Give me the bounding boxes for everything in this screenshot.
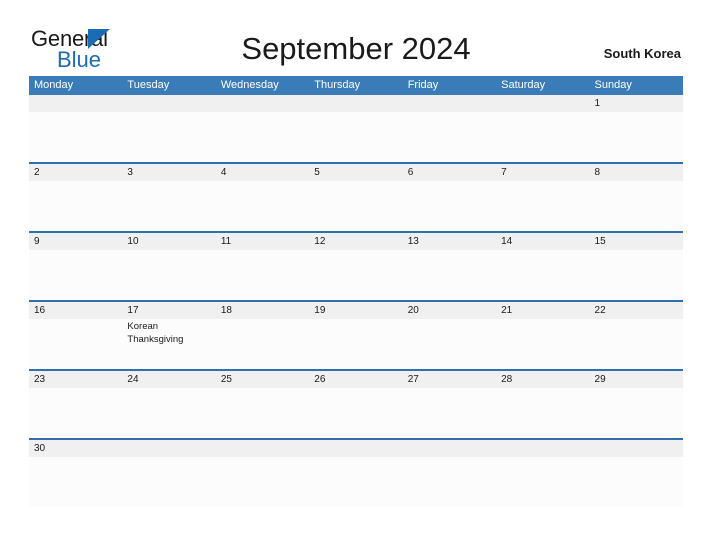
weekday-header-tuesday: Tuesday bbox=[127, 79, 170, 91]
calendar-day-cell-empty bbox=[216, 440, 309, 507]
day-number: 16 bbox=[34, 305, 46, 316]
calendar-day-cell[interactable]: 27 bbox=[403, 371, 496, 438]
weekday-header-wednesday: Wednesday bbox=[220, 79, 279, 91]
day-number: 19 bbox=[314, 305, 326, 316]
calendar-day-cell[interactable]: 5 bbox=[309, 164, 402, 231]
calendar-week-row: 2 3 4 5 6 7 8 bbox=[29, 162, 683, 231]
calendar-day-cell-empty bbox=[496, 440, 589, 507]
weekday-header-saturday: Saturday bbox=[501, 79, 546, 91]
calendar-day-cell[interactable]: 18 bbox=[216, 302, 309, 369]
calendar-day-cell[interactable]: 11 bbox=[216, 233, 309, 300]
calendar-weeks: 1 2 3 4 5 6 7 8 9 10 11 12 13 14 15 16 17 Korean Thanksgi… bbox=[29, 95, 683, 507]
day-number: 30 bbox=[34, 443, 46, 454]
calendar-day-cell[interactable]: 15 bbox=[590, 233, 683, 300]
weekday-header-thursday: Thursday bbox=[314, 79, 361, 91]
day-number: 9 bbox=[34, 236, 40, 247]
calendar-day-cell[interactable]: 1 bbox=[590, 95, 683, 162]
calendar-day-cell[interactable]: 26 bbox=[309, 371, 402, 438]
day-number: 11 bbox=[220, 236, 232, 247]
day-number: 1 bbox=[594, 98, 601, 109]
calendar-day-cell[interactable]: 8 bbox=[590, 164, 683, 231]
calendar-day-cell[interactable]: 14 bbox=[496, 233, 589, 300]
calendar-week-row: 30 bbox=[29, 438, 683, 507]
calendar-day-cell[interactable]: 2 bbox=[29, 164, 122, 231]
day-number: 8 bbox=[594, 167, 601, 178]
weekday-header-friday: Friday bbox=[407, 79, 439, 91]
calendar-day-cell[interactable]: 20 bbox=[403, 302, 496, 369]
calendar-day-cell-empty bbox=[122, 440, 215, 507]
day-number: 13 bbox=[407, 236, 419, 247]
calendar-week-row: 23 24 25 26 27 28 29 bbox=[29, 369, 683, 438]
day-number: 23 bbox=[34, 374, 46, 385]
day-cells: 16 17 Korean Thanksgiving 18 19 20 21 22 bbox=[29, 302, 683, 369]
calendar-day-cell-empty bbox=[309, 95, 402, 162]
day-number: 29 bbox=[594, 374, 606, 385]
calendar-week-row: 1 bbox=[29, 95, 683, 162]
day-number: 12 bbox=[314, 236, 326, 247]
day-number: 3 bbox=[127, 167, 133, 178]
page-header: General Blue September 2024 South Korea bbox=[0, 0, 712, 76]
day-number: 22 bbox=[594, 305, 606, 316]
day-number: 15 bbox=[594, 236, 606, 247]
calendar-day-cell[interactable]: 21 bbox=[496, 302, 589, 369]
day-cells: 23 24 25 26 27 28 29 bbox=[29, 371, 683, 438]
calendar-day-cell[interactable]: 19 bbox=[309, 302, 402, 369]
day-number: 7 bbox=[501, 167, 507, 178]
day-number: 4 bbox=[220, 167, 227, 178]
day-cells: 9 10 11 12 13 14 15 bbox=[29, 233, 683, 300]
calendar-day-cell-empty bbox=[403, 440, 496, 507]
day-number: 2 bbox=[34, 167, 40, 178]
calendar-day-cell[interactable]: 16 bbox=[29, 302, 122, 369]
day-number: 25 bbox=[220, 374, 232, 385]
day-number: 18 bbox=[220, 305, 232, 316]
calendar-day-cell-empty bbox=[216, 95, 309, 162]
day-number: 17 bbox=[127, 305, 139, 316]
calendar-day-cell[interactable]: 22 bbox=[590, 302, 683, 369]
day-number: 28 bbox=[501, 374, 513, 385]
day-number: 24 bbox=[127, 374, 139, 385]
calendar-week-row: 9 10 11 12 13 14 15 bbox=[29, 231, 683, 300]
calendar-event: Korean Thanksgiving bbox=[127, 321, 184, 345]
calendar-day-cell[interactable]: 25 bbox=[216, 371, 309, 438]
calendar-day-cell[interactable]: 29 bbox=[590, 371, 683, 438]
day-number: 10 bbox=[127, 236, 139, 247]
calendar-day-cell-empty bbox=[122, 95, 215, 162]
calendar-day-cell-empty bbox=[29, 95, 122, 162]
day-cells: 1 bbox=[29, 95, 683, 162]
day-number: 14 bbox=[501, 236, 513, 247]
calendar-day-cell[interactable]: 12 bbox=[309, 233, 402, 300]
calendar-day-cell[interactable]: 28 bbox=[496, 371, 589, 438]
calendar-day-cell-empty bbox=[309, 440, 402, 507]
calendar-day-cell[interactable]: 4 bbox=[216, 164, 309, 231]
calendar-grid: Monday Tuesday Wednesday Thursday Friday Satu… bbox=[29, 76, 683, 507]
calendar-day-cell[interactable]: 23 bbox=[29, 371, 122, 438]
day-cells: 30 bbox=[29, 440, 683, 507]
day-cells: 2 3 4 5 6 7 8 bbox=[29, 164, 683, 231]
weekday-header-monday: Monday bbox=[34, 79, 74, 91]
calendar-day-cell[interactable]: 24 bbox=[122, 371, 215, 438]
region-label: South Korea bbox=[603, 46, 681, 61]
day-number: 26 bbox=[314, 374, 326, 385]
calendar-day-cell-empty bbox=[496, 95, 589, 162]
calendar-day-cell[interactable]: 9 bbox=[29, 233, 122, 300]
calendar-day-cell-empty bbox=[590, 440, 683, 507]
calendar-day-cell-empty bbox=[403, 95, 496, 162]
day-number: 27 bbox=[407, 374, 419, 385]
calendar-day-cell[interactable]: 3 bbox=[122, 164, 215, 231]
day-number: 21 bbox=[501, 305, 513, 316]
calendar-day-cell[interactable]: 7 bbox=[496, 164, 589, 231]
day-number: 6 bbox=[407, 167, 414, 178]
weekday-header-sunday: Sunday bbox=[594, 79, 632, 91]
calendar-day-cell[interactable]: 10 bbox=[122, 233, 215, 300]
calendar-day-cell[interactable]: 13 bbox=[403, 233, 496, 300]
calendar-week-row: 16 17 Korean Thanksgiving 18 19 20 21 22 bbox=[29, 300, 683, 369]
weekday-header-row: Monday Tuesday Wednesday Thursday Friday Satu… bbox=[29, 76, 683, 95]
day-events: Korean Thanksgiving bbox=[127, 319, 215, 346]
day-number: 20 bbox=[407, 305, 419, 316]
calendar-day-cell[interactable]: 17 Korean Thanksgiving bbox=[122, 302, 215, 369]
day-number: 5 bbox=[314, 167, 320, 178]
calendar-day-cell[interactable]: 6 bbox=[403, 164, 496, 231]
calendar-day-cell[interactable]: 30 bbox=[29, 440, 122, 507]
